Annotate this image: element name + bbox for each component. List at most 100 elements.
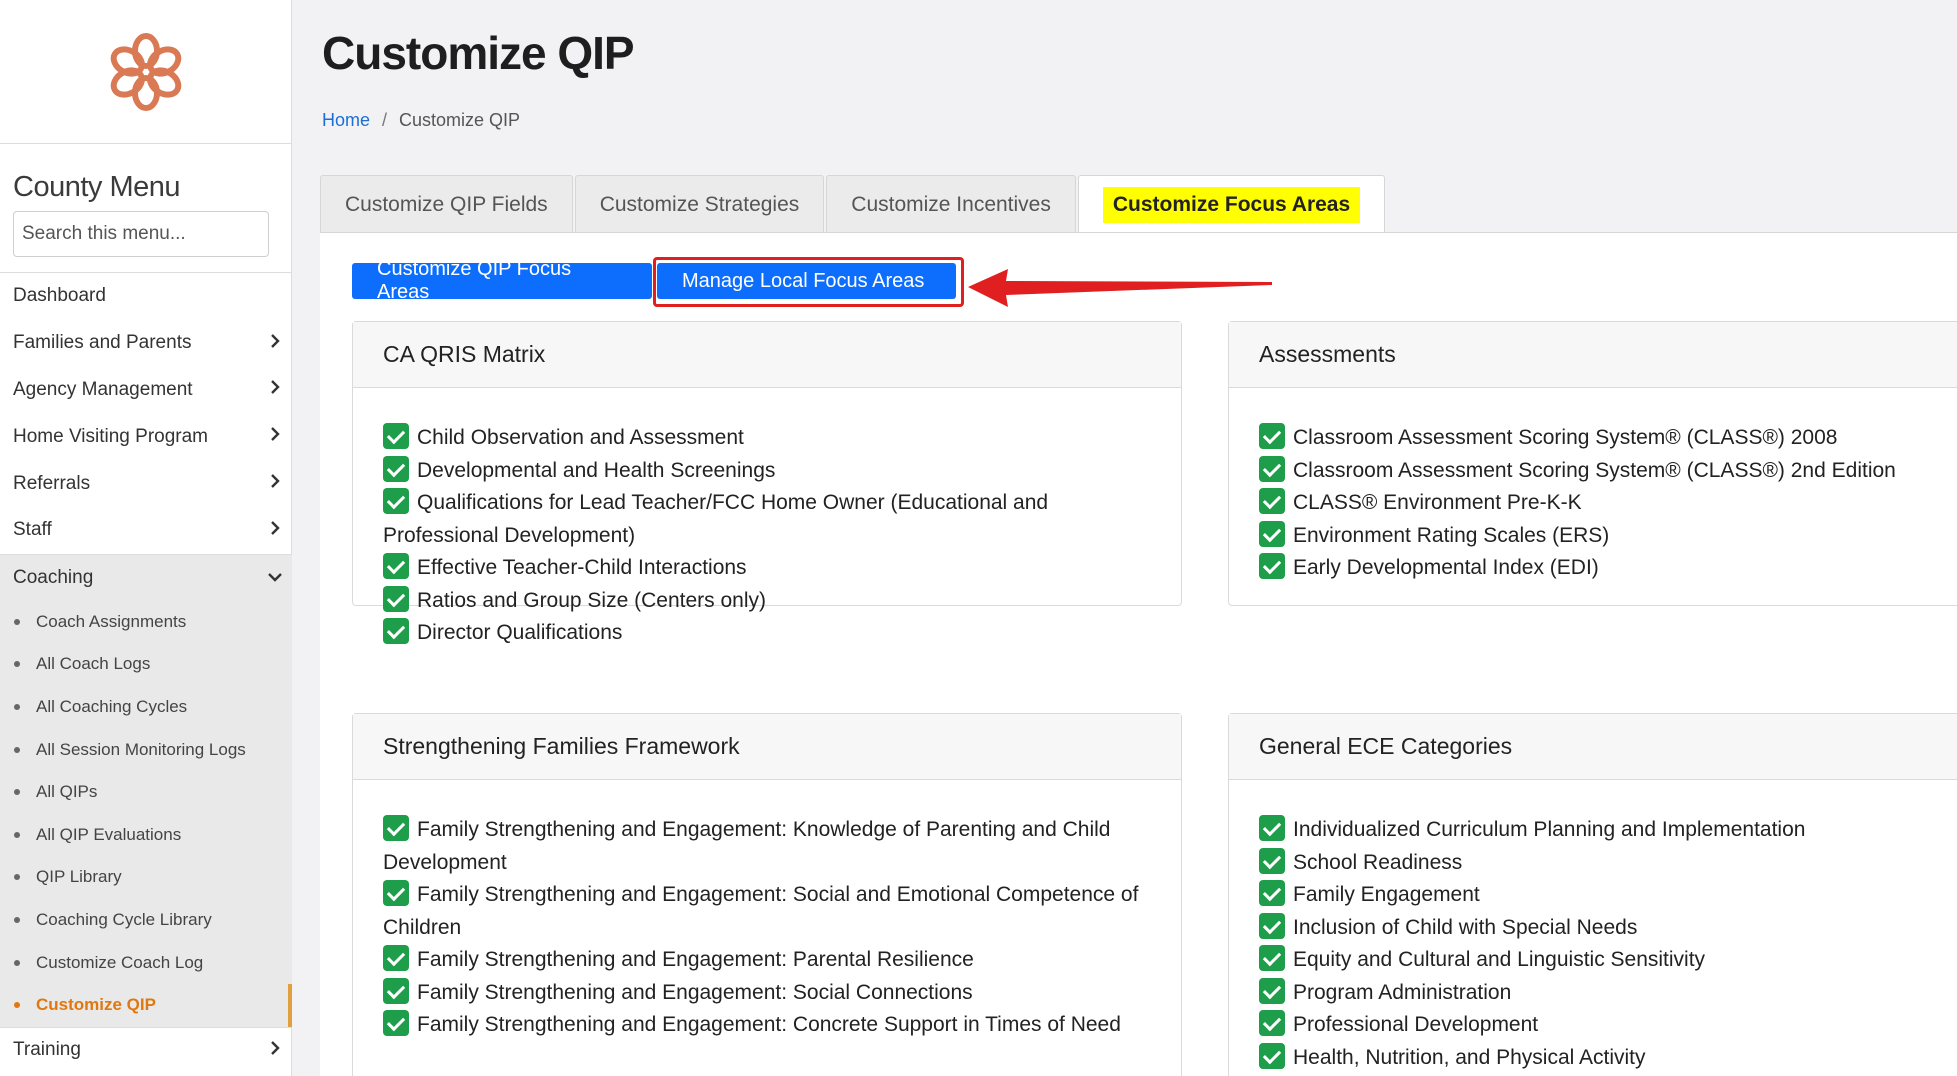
checkbox-checked-icon[interactable] xyxy=(383,553,409,579)
checkbox-checked-icon[interactable] xyxy=(383,880,409,906)
focus-area-item[interactable]: Family Strengthening and Engagement: Soc… xyxy=(383,977,1151,1010)
subitem-label: All Coach Logs xyxy=(36,654,151,674)
bullet-icon xyxy=(14,618,20,625)
focus-area-label: Program Administration xyxy=(1293,980,1512,1004)
tab-customize-focus-areas[interactable]: Customize Focus Areas xyxy=(1077,175,1386,234)
checkbox-checked-icon[interactable] xyxy=(1259,1042,1285,1069)
checkbox-checked-icon[interactable] xyxy=(383,1010,409,1036)
tab-customize-strategies[interactable]: Customize Strategies xyxy=(574,175,825,233)
focus-area-item[interactable]: Family Strengthening and Engagement: Con… xyxy=(383,1009,1151,1042)
sidebar-subitem-customize-coach-log[interactable]: Customize Coach Log xyxy=(0,941,292,984)
sidebar-subitem-all-coaching-cycles[interactable]: All Coaching Cycles xyxy=(0,686,292,729)
sidebar-subitem-all-qip-evaluations[interactable]: All QIP Evaluations xyxy=(0,814,292,857)
sidebar: County Menu Dashboard Families and Paren… xyxy=(0,0,292,1076)
focus-area-label: Classroom Assessment Scoring System® (CL… xyxy=(1293,458,1896,482)
sidebar-item-staff[interactable]: Staff xyxy=(0,507,292,554)
focus-area-label: Family Engagement xyxy=(1293,883,1480,906)
focus-area-item[interactable]: Family Strengthening and Engagement: Kno… xyxy=(383,814,1151,879)
breadcrumb-home-link[interactable]: Home xyxy=(322,110,370,130)
focus-area-item[interactable]: Health, Nutrition, and Physical Activity xyxy=(1259,1042,1937,1075)
checkbox-checked-icon[interactable] xyxy=(383,455,409,482)
checkbox-checked-icon[interactable] xyxy=(1259,553,1285,579)
focus-area-item[interactable]: School Readiness xyxy=(1259,847,1937,880)
sidebar-item-referrals[interactable]: Referrals xyxy=(0,460,292,507)
focus-area-item[interactable]: Professional Development xyxy=(1259,1009,1937,1042)
sidebar-subitem-qip-library[interactable]: QIP Library xyxy=(0,856,292,899)
checkbox-checked-icon[interactable] xyxy=(1259,423,1285,449)
checkbox-checked-icon[interactable] xyxy=(383,977,409,1004)
checkbox-checked-icon[interactable] xyxy=(383,488,409,514)
sidebar-subitem-all-coach-logs[interactable]: All Coach Logs xyxy=(0,643,292,686)
sidebar-item-coaching[interactable]: Coaching xyxy=(0,553,292,601)
focus-area-item[interactable]: Child Observation and Assessment xyxy=(383,422,1151,455)
sidebar-item-families-and-parents[interactable]: Families and Parents xyxy=(0,320,292,367)
focus-area-label: Family Strengthening and Engagement: Par… xyxy=(417,948,974,971)
checkbox-checked-icon[interactable] xyxy=(1259,520,1285,547)
sidebar-item-label: Training xyxy=(13,1039,81,1061)
sidebar-subitem-all-qips[interactable]: All QIPs xyxy=(0,771,292,814)
focus-area-item[interactable]: Ratios and Group Size (Centers only) xyxy=(383,585,1151,618)
focus-area-label: Family Strengthening and Engagement: Kno… xyxy=(383,818,1111,874)
sidebar-item-home-visiting-program[interactable]: Home Visiting Program xyxy=(0,413,292,460)
checkbox-checked-icon[interactable] xyxy=(383,585,409,612)
bullet-icon xyxy=(14,661,20,668)
checkbox-checked-icon[interactable] xyxy=(1259,488,1285,514)
chevron-right-icon xyxy=(266,474,284,493)
checkbox-checked-icon[interactable] xyxy=(383,618,409,644)
focus-area-item[interactable]: Classroom Assessment Scoring System® (CL… xyxy=(1259,422,1937,455)
card-body: Individualized Curriculum Planning and I… xyxy=(1229,780,1957,1074)
focus-area-item[interactable]: Classroom Assessment Scoring System® (CL… xyxy=(1259,455,1937,488)
checkbox-checked-icon[interactable] xyxy=(1259,455,1285,482)
chevron-right-icon xyxy=(266,380,284,399)
checkbox-checked-icon[interactable] xyxy=(1259,847,1285,874)
subitem-label: All QIPs xyxy=(36,782,98,802)
menu-search-input[interactable] xyxy=(13,211,269,257)
checkbox-checked-icon[interactable] xyxy=(383,945,409,971)
focus-area-item[interactable]: Developmental and Health Screenings xyxy=(383,455,1151,488)
focus-area-label: Ratios and Group Size (Centers only) xyxy=(417,588,766,612)
checkbox-checked-icon[interactable] xyxy=(1259,977,1285,1004)
bullet-icon xyxy=(14,789,20,796)
focus-area-item[interactable]: Inclusion of Child with Special Needs xyxy=(1259,912,1937,945)
sidebar-item-dashboard[interactable]: Dashboard xyxy=(0,273,292,320)
tab-customize-incentives[interactable]: Customize Incentives xyxy=(826,175,1076,233)
sidebar-subitem-all-session-monitoring-logs[interactable]: All Session Monitoring Logs xyxy=(0,728,292,771)
focus-area-item[interactable]: Qualifications for Lead Teacher/FCC Home… xyxy=(383,487,1151,552)
checkbox-checked-icon[interactable] xyxy=(1259,1010,1285,1036)
customize-qip-focus-areas-button[interactable]: Customize QIP Focus Areas xyxy=(352,258,652,303)
tab-customize-qip-fields[interactable]: Customize QIP Fields xyxy=(320,175,573,233)
card-strengthening-families-framework: Strengthening Families Framework Family … xyxy=(352,713,1182,1076)
checkbox-checked-icon[interactable] xyxy=(1259,945,1285,971)
subitem-label: Coach Assignments xyxy=(36,611,187,631)
focus-area-item[interactable]: CLASS® Environment Pre-K-K xyxy=(1259,487,1937,520)
sidebar-subitem-coaching-cycle-library[interactable]: Coaching Cycle Library xyxy=(0,899,292,942)
subitem-label: All Coaching Cycles xyxy=(36,697,188,717)
sidebar-subitem-customize-qip[interactable]: Customize QIP xyxy=(0,983,292,1027)
focus-area-item[interactable]: Individualized Curriculum Planning and I… xyxy=(1259,814,1937,847)
focus-area-item[interactable]: Effective Teacher-Child Interactions xyxy=(383,552,1151,585)
sidebar-item-label: Dashboard xyxy=(13,285,106,307)
focus-area-item[interactable]: Early Developmental Index (EDI) xyxy=(1259,552,1937,585)
focus-area-item[interactable]: Family Strengthening and Engagement: Par… xyxy=(383,944,1151,977)
sidebar-item-agency-management[interactable]: Agency Management xyxy=(0,367,292,414)
focus-area-item[interactable]: Director Qualifications xyxy=(383,617,1151,650)
focus-area-item[interactable]: Equity and Cultural and Linguistic Sensi… xyxy=(1259,944,1937,977)
focus-area-item[interactable]: Program Administration xyxy=(1259,977,1937,1010)
checkbox-checked-icon[interactable] xyxy=(1259,880,1285,906)
focus-area-label: Health, Nutrition, and Physical Activity xyxy=(1293,1045,1646,1069)
checkbox-checked-icon[interactable] xyxy=(383,815,409,841)
sidebar-item-training[interactable]: Training xyxy=(0,1026,292,1074)
focus-area-label: Individualized Curriculum Planning and I… xyxy=(1293,818,1806,841)
logo[interactable] xyxy=(0,0,291,144)
card-body: Classroom Assessment Scoring System® (CL… xyxy=(1229,388,1957,585)
focus-area-label: Environment Rating Scales (ERS) xyxy=(1293,523,1610,547)
subitem-label: Customize Coach Log xyxy=(36,952,204,972)
focus-area-item[interactable]: Family Engagement xyxy=(1259,879,1937,912)
focus-area-item[interactable]: Environment Rating Scales (ERS) xyxy=(1259,520,1937,553)
checkbox-checked-icon[interactable] xyxy=(1259,815,1285,841)
checkbox-checked-icon[interactable] xyxy=(383,423,409,449)
sidebar-subitem-coach-assignments[interactable]: Coach Assignments xyxy=(0,601,292,644)
checkbox-checked-icon[interactable] xyxy=(1259,912,1285,939)
focus-area-item[interactable]: Family Strengthening and Engagement: Soc… xyxy=(383,879,1151,944)
card-title: Strengthening Families Framework xyxy=(353,714,1181,780)
